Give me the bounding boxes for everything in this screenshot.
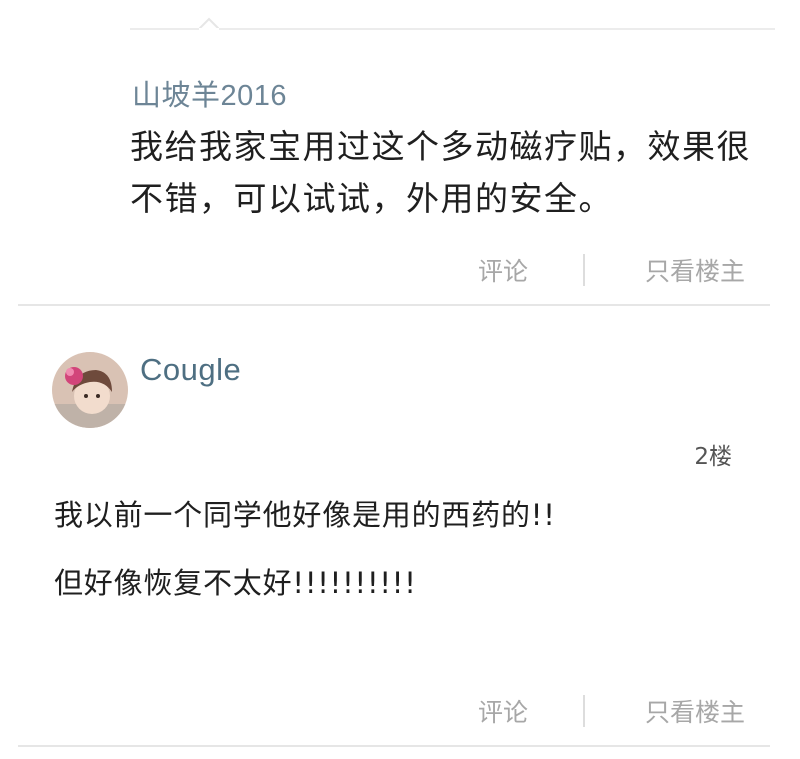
reply-body-text: 我给我家宝用过这个多动磁疗贴，效果很不错，可以试试，外用的安全。 — [130, 127, 751, 218]
action-separator — [583, 695, 585, 727]
post-divider — [18, 304, 770, 306]
reply-comment-button[interactable]: 评论 — [478, 252, 538, 288]
post-divider-bottom — [18, 745, 770, 747]
floor-number: 2楼 — [694, 444, 732, 470]
reply-box-top-border — [130, 28, 775, 30]
avatar[interactable] — [52, 352, 128, 428]
post-actions: 评论 只看楼主 — [478, 693, 745, 729]
post-text-line: 但好像恢复不太好!!!!!!!!!! — [54, 566, 417, 600]
post-username[interactable]: Cougle — [140, 352, 241, 388]
thread-page: 山坡羊2016 我给我家宝用过这个多动磁疗贴，效果很不错，可以试试，外用的安全。… — [0, 0, 800, 759]
reply-pointer-icon — [199, 17, 219, 37]
reply-actions: 评论 只看楼主 — [478, 252, 745, 288]
avatar-image — [52, 352, 128, 428]
action-separator — [583, 254, 585, 286]
reply-author-name[interactable]: 山坡羊2016 — [132, 72, 287, 114]
reply-op-only-button[interactable]: 只看楼主 — [645, 252, 745, 288]
post-op-only-button[interactable]: 只看楼主 — [645, 693, 745, 729]
post-text-line: 我以前一个同学他好像是用的西药的!! — [54, 498, 556, 532]
post-comment-button[interactable]: 评论 — [478, 693, 538, 729]
